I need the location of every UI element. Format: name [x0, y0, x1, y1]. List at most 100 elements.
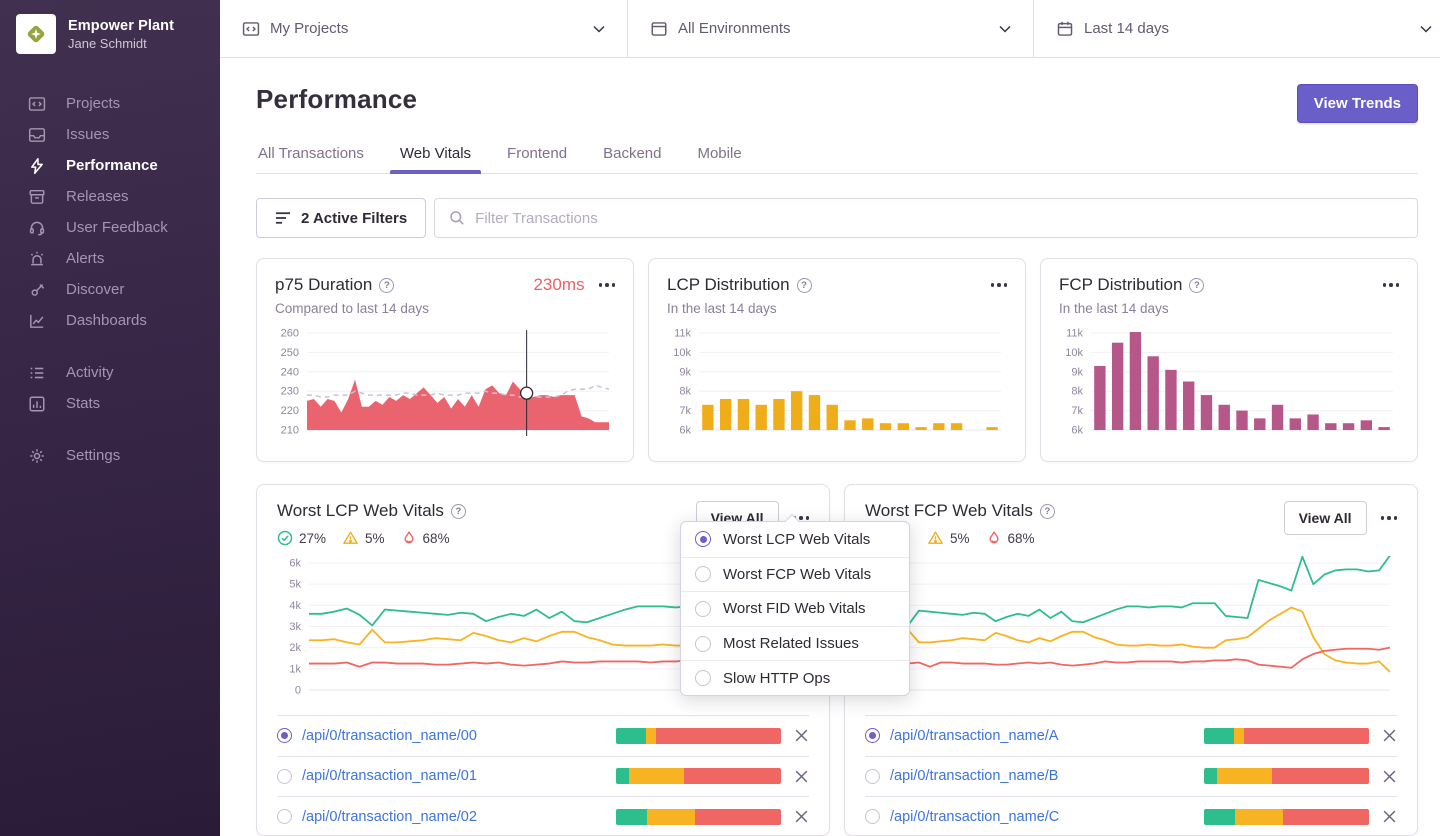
close-icon[interactable]	[794, 769, 809, 784]
radio-button[interactable]	[277, 728, 292, 744]
activity-icon	[28, 364, 46, 382]
chevron-down-icon	[1420, 25, 1432, 33]
sidebar-item-alerts[interactable]: Alerts	[0, 243, 220, 274]
svg-text:6k: 6k	[1071, 425, 1083, 437]
sidebar-item-issues[interactable]: Issues	[0, 119, 220, 150]
calendar-icon	[1057, 21, 1073, 36]
menu-item-label: Most Related Issues	[723, 635, 859, 653]
filter-icon	[276, 212, 290, 224]
close-icon[interactable]	[794, 809, 809, 824]
sidebar-item-activity[interactable]: Activity	[0, 357, 220, 388]
svg-text:8k: 8k	[679, 386, 691, 398]
active-filters-button[interactable]: 2 Active Filters	[256, 198, 427, 238]
tab-all-transactions[interactable]: All Transactions	[256, 139, 366, 173]
sidebar-item-label: Stats	[66, 395, 101, 412]
sidebar-item-label: Discover	[66, 281, 125, 298]
tab-mobile[interactable]: Mobile	[695, 139, 743, 173]
sidebar-item-user-feedback[interactable]: User Feedback	[0, 212, 220, 243]
tab-frontend[interactable]: Frontend	[505, 139, 569, 173]
tab-backend[interactable]: Backend	[601, 139, 663, 173]
menu-item-worst-fcp[interactable]: Worst FCP Web Vitals	[681, 556, 909, 592]
card-subtitle: In the last 14 days	[667, 301, 777, 316]
chevron-down-icon	[593, 25, 605, 33]
sidebar-nav: Projects Issues Performance Releases Use…	[0, 88, 220, 471]
view-trends-button[interactable]: View Trends	[1296, 84, 1418, 123]
ellipsis-menu-icon[interactable]	[1380, 516, 1397, 520]
svg-text:7k: 7k	[1071, 405, 1083, 417]
sidebar-item-releases[interactable]: Releases	[0, 181, 220, 212]
date-range-selector[interactable]: Last 14 days	[1034, 0, 1440, 57]
table-row: /api/0/transaction_name/A	[865, 715, 1397, 756]
p75-value: 230ms	[533, 275, 585, 294]
view-all-button[interactable]: View All	[1283, 501, 1367, 535]
menu-item-most-related-issues[interactable]: Most Related Issues	[681, 625, 909, 661]
transaction-link[interactable]: /api/0/transaction_name/00	[302, 728, 477, 744]
sidebar-item-label: Settings	[66, 447, 121, 464]
ellipsis-menu-icon[interactable]	[990, 283, 1007, 287]
search-icon	[450, 211, 464, 225]
menu-item-label: Worst FID Web Vitals	[723, 600, 866, 618]
close-icon[interactable]	[1382, 809, 1397, 824]
help-icon[interactable]: ?	[796, 277, 812, 293]
svg-text:220: 220	[281, 405, 299, 417]
project-selector[interactable]: My Projects	[220, 0, 628, 57]
vitals-bar	[616, 768, 781, 785]
transaction-link[interactable]: /api/0/transaction_name/02	[302, 809, 477, 825]
sidebar-item-performance[interactable]: Performance	[0, 150, 220, 181]
date-range-label: Last 14 days	[1084, 20, 1170, 37]
svg-text:1k: 1k	[289, 663, 301, 675]
radio-button[interactable]	[865, 728, 880, 744]
menu-item-worst-lcp[interactable]: Worst LCP Web Vitals	[681, 522, 909, 557]
help-icon[interactable]: ?	[1039, 503, 1055, 519]
menu-item-worst-fid[interactable]: Worst FID Web Vitals	[681, 591, 909, 626]
radio-button	[695, 670, 711, 687]
radio-button[interactable]	[277, 809, 292, 825]
transaction-link[interactable]: /api/0/transaction_name/01	[302, 768, 477, 784]
projects-icon	[242, 21, 260, 36]
svg-text:10k: 10k	[1065, 347, 1083, 359]
transaction-link[interactable]: /api/0/transaction_name/C	[890, 809, 1059, 825]
svg-text:11k: 11k	[674, 328, 691, 340]
worst-fcp-card: Worst FCP Web Vitals ? 5% 68% View All /…	[844, 484, 1418, 836]
user-feedback-icon	[28, 219, 46, 237]
radio-button[interactable]	[865, 768, 880, 784]
sidebar-item-projects[interactable]: Projects	[0, 88, 220, 119]
close-icon[interactable]	[1382, 769, 1397, 784]
environment-selector[interactable]: All Environments	[628, 0, 1034, 57]
sidebar-item-label: Dashboards	[66, 312, 147, 329]
sidebar-item-label: Issues	[66, 126, 110, 143]
svg-text:9k: 9k	[679, 366, 691, 378]
help-icon[interactable]: ?	[379, 277, 395, 293]
meh-percent: 5%	[950, 530, 970, 546]
org-switcher[interactable]: Empower Plant Jane Schmidt	[0, 0, 220, 64]
warning-triangle-icon	[343, 531, 358, 544]
radio-button[interactable]	[277, 768, 292, 784]
transaction-link[interactable]: /api/0/transaction_name/A	[890, 728, 1058, 744]
radio-button	[695, 600, 711, 617]
svg-text:7k: 7k	[679, 405, 691, 417]
close-icon[interactable]	[1382, 728, 1397, 743]
help-icon[interactable]: ?	[1189, 277, 1205, 293]
fcp-chart: 11k 10k 9k 8k 7k 6k	[1059, 326, 1399, 451]
warning-triangle-icon	[928, 531, 943, 544]
sidebar-item-discover[interactable]: Discover	[0, 274, 220, 305]
transaction-link[interactable]: /api/0/transaction_name/B	[890, 768, 1058, 784]
help-icon[interactable]: ?	[450, 503, 466, 519]
close-icon[interactable]	[794, 728, 809, 743]
sidebar-item-settings[interactable]: Settings	[0, 440, 220, 471]
sidebar-item-stats[interactable]: Stats	[0, 388, 220, 419]
project-selector-label: My Projects	[270, 20, 349, 37]
radio-button[interactable]	[865, 809, 880, 825]
menu-item-slow-http-ops[interactable]: Slow HTTP Ops	[681, 660, 909, 695]
ellipsis-menu-icon[interactable]	[1382, 283, 1399, 287]
flame-icon	[989, 531, 999, 544]
sidebar-item-label: Releases	[66, 188, 129, 205]
discover-icon	[28, 281, 46, 299]
vitals-bar	[616, 808, 781, 825]
search-box	[434, 198, 1418, 238]
tab-web-vitals[interactable]: Web Vitals	[389, 139, 482, 174]
card-subtitle: In the last 14 days	[1059, 301, 1169, 316]
sidebar-item-dashboards[interactable]: Dashboards	[0, 305, 220, 336]
search-input[interactable]	[475, 209, 1403, 227]
ellipsis-menu-icon[interactable]	[598, 283, 615, 287]
